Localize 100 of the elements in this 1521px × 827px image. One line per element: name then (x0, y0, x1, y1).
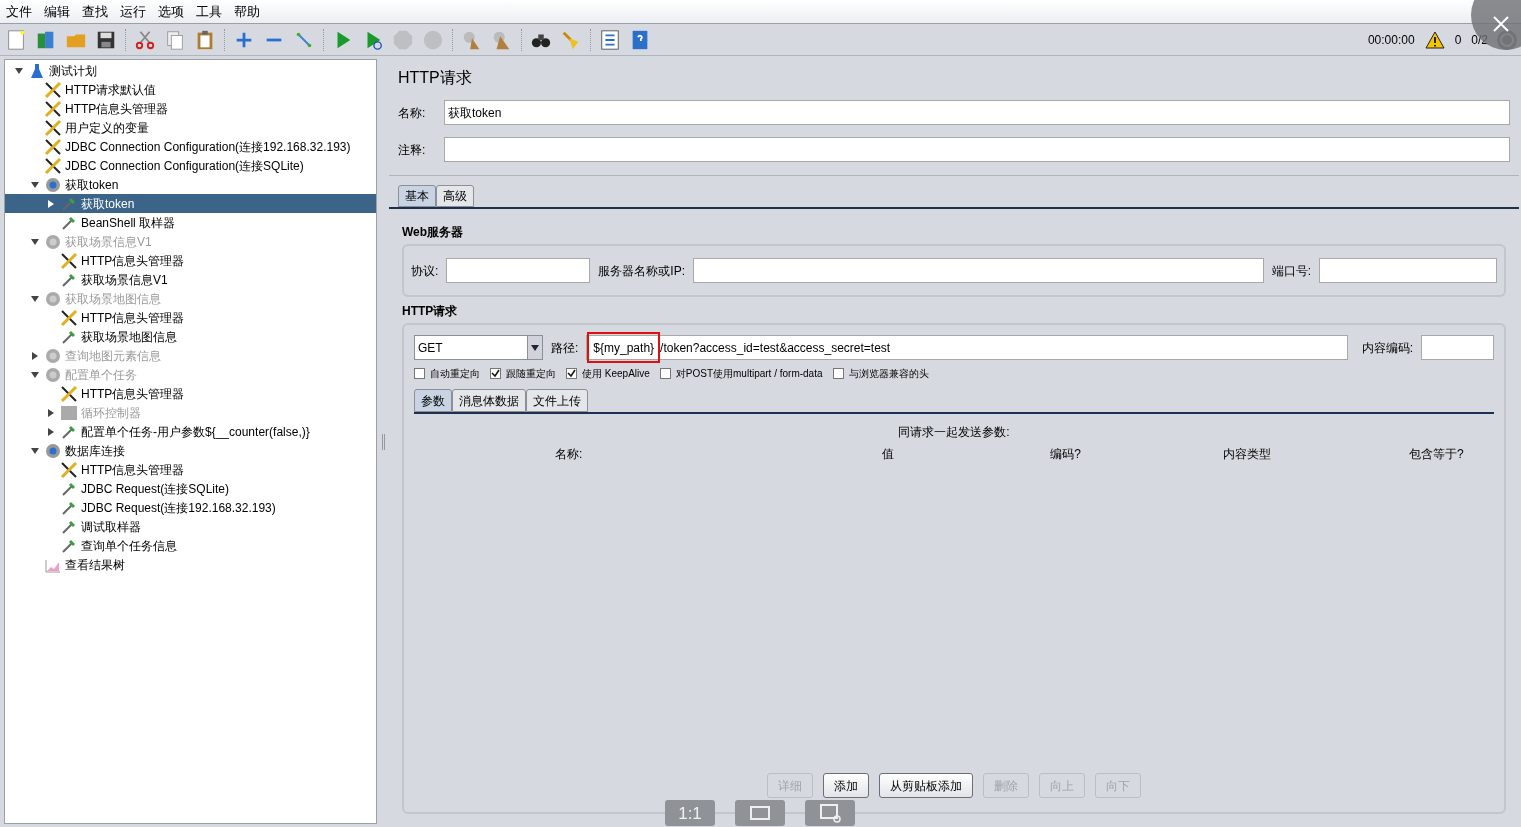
crop-button[interactable] (805, 800, 855, 826)
menu-item[interactable]: 选项 (157, 1, 185, 22)
params-title: 同请求一起发送参数: (898, 424, 1010, 441)
checkbox[interactable] (566, 368, 577, 379)
tree-label: 调试取样器 (81, 518, 141, 536)
checkbox[interactable] (414, 368, 425, 379)
tab[interactable]: 文件上传 (526, 389, 588, 412)
tree-label: 获取场景地图信息 (81, 328, 177, 346)
thread-count: 0/2 (1471, 31, 1488, 49)
tools-icon (44, 99, 62, 118)
menu-item[interactable]: 编辑 (43, 1, 71, 22)
tree-item[interactable]: HTTP信息头管理器 (5, 460, 376, 479)
tree-label: 获取场景信息V1 (65, 233, 152, 251)
field-label: 注释: (398, 141, 427, 159)
checkbox[interactable] (832, 368, 844, 379)
collapse-arrow-icon[interactable] (15, 66, 23, 75)
tree-item[interactable]: JDBC Connection Configuration(连接192.168.32.193) (5, 137, 376, 156)
warning-icon[interactable] (1424, 30, 1445, 49)
menu-item[interactable]: 运行 (119, 1, 147, 22)
tree-label: HTTP信息头管理器 (81, 461, 185, 479)
tree-item[interactable]: 用户定义的变量 (5, 118, 376, 137)
tree-item[interactable]: 获取token (5, 175, 376, 194)
checkbox[interactable] (490, 368, 501, 379)
action-button[interactable]: 从剪贴板添加 (879, 773, 973, 798)
fit-screen-icon (748, 804, 772, 822)
loop-icon (60, 403, 78, 422)
column-header: 名称: (555, 446, 583, 463)
tree-item[interactable]: JDBC Request(连接SQLite) (5, 479, 376, 498)
tree-item[interactable]: 调试取样器 (5, 517, 376, 536)
tree-label: 获取场景信息V1 (81, 271, 168, 289)
crop-icon (818, 803, 842, 823)
tab[interactable]: 基本 (398, 185, 436, 207)
port-field[interactable] (1319, 258, 1497, 283)
tree-label: 循环控制器 (81, 404, 141, 422)
checkbox[interactable] (659, 368, 671, 379)
field-label: 名称: (398, 104, 427, 122)
fit-screen-button[interactable] (735, 800, 785, 826)
checkbox-label: 自动重定向 (430, 367, 480, 381)
tree-item[interactable]: BeanShell 取样器 (5, 213, 376, 232)
comment-field[interactable] (444, 137, 1510, 162)
menu-item[interactable]: 工具 (195, 1, 223, 22)
path-field[interactable]: ${my_path} /token?access_id=test&access_secret=test (586, 335, 1348, 360)
action-button[interactable]: 添加 (823, 773, 869, 798)
tree-item[interactable]: HTTP请求默认值 (5, 80, 376, 99)
tree-item[interactable]: 查询单个任务信息 (5, 536, 376, 555)
tab[interactable]: 消息体数据 (452, 389, 526, 412)
expand-arrow-icon[interactable] (47, 199, 55, 208)
method-dropdown[interactable]: GET (414, 335, 543, 360)
tree-label: HTTP请求默认值 (65, 81, 157, 99)
collapse-arrow-icon[interactable] (31, 446, 39, 455)
tree-item[interactable]: JDBC Request(连接192.168.32.193) (5, 498, 376, 517)
tree-label: JDBC Connection Configuration(连接SQLite) (65, 157, 304, 175)
tree-label: 配置单个任务 (65, 366, 137, 384)
tree-label: JDBC Connection Configuration(连接192.168.32.193) (65, 138, 351, 156)
tree-item[interactable]: 获取token (5, 194, 376, 213)
collapse-arrow-icon[interactable] (31, 180, 39, 189)
tools-icon (60, 251, 78, 270)
column-header: 编码? (1050, 446, 1082, 463)
tree-item[interactable]: JDBC Connection Configuration(连接SQLite) (5, 156, 376, 175)
tree-label: JDBC Request(连接192.168.32.193) (81, 499, 276, 517)
column-header: 包含等于? (1409, 446, 1464, 463)
tree-label: JDBC Request(连接SQLite) (81, 480, 230, 498)
tools-icon (60, 308, 78, 327)
checkbox-label: 使用 KeepAlive (582, 367, 650, 381)
section-title: HTTP请求 (402, 303, 459, 320)
tree-label: 数据库连接 (65, 442, 125, 460)
menu-item[interactable]: 帮助 (233, 1, 261, 22)
tree-item[interactable]: HTTP信息头管理器 (5, 99, 376, 118)
menu-item[interactable]: 文件 (5, 1, 33, 22)
tree-item[interactable]: 查看结果树 (5, 555, 376, 574)
tab[interactable]: 高级 (436, 185, 474, 207)
tools-icon (60, 460, 78, 479)
field-label: 协议: (411, 262, 439, 280)
gear-icon (44, 441, 62, 460)
tree-label: 查询单个任务信息 (81, 537, 177, 555)
name-field[interactable]: 获取token (444, 100, 1510, 125)
tree-label: 查看结果树 (65, 556, 125, 574)
protocol-field[interactable] (446, 258, 591, 283)
tree-label: HTTP信息头管理器 (81, 385, 185, 403)
menu-item[interactable]: 查找 (81, 1, 109, 22)
tree-label: HTTP信息头管理器 (65, 100, 169, 118)
encoding-field[interactable] (1421, 335, 1494, 360)
tree-label: HTTP信息头管理器 (81, 309, 185, 327)
tree-label: 获取场景地图信息 (65, 290, 161, 308)
field-label: 服务器名称或IP: (598, 262, 685, 280)
field-label: 内容编码: (1361, 339, 1413, 357)
close-icon[interactable] (1493, 16, 1509, 32)
path-text: /token?access_id=test&access_secret=test (660, 339, 891, 357)
gear-icon (44, 289, 62, 308)
tree-item[interactable]: 数据库连接 (5, 441, 376, 460)
gear-icon (44, 365, 62, 384)
tools-icon (44, 118, 62, 137)
server-field[interactable] (693, 258, 1264, 283)
tools-icon (44, 137, 62, 156)
column-header: 值 (882, 446, 895, 463)
field-value: 获取token (448, 104, 502, 122)
tree-label: 配置单个任务-用户参数${__counter(false,)} (81, 423, 310, 441)
tree-item[interactable]: 测试计划 (5, 61, 376, 80)
tree-label: 获取token (81, 195, 135, 213)
tab[interactable]: 参数 (414, 389, 452, 412)
